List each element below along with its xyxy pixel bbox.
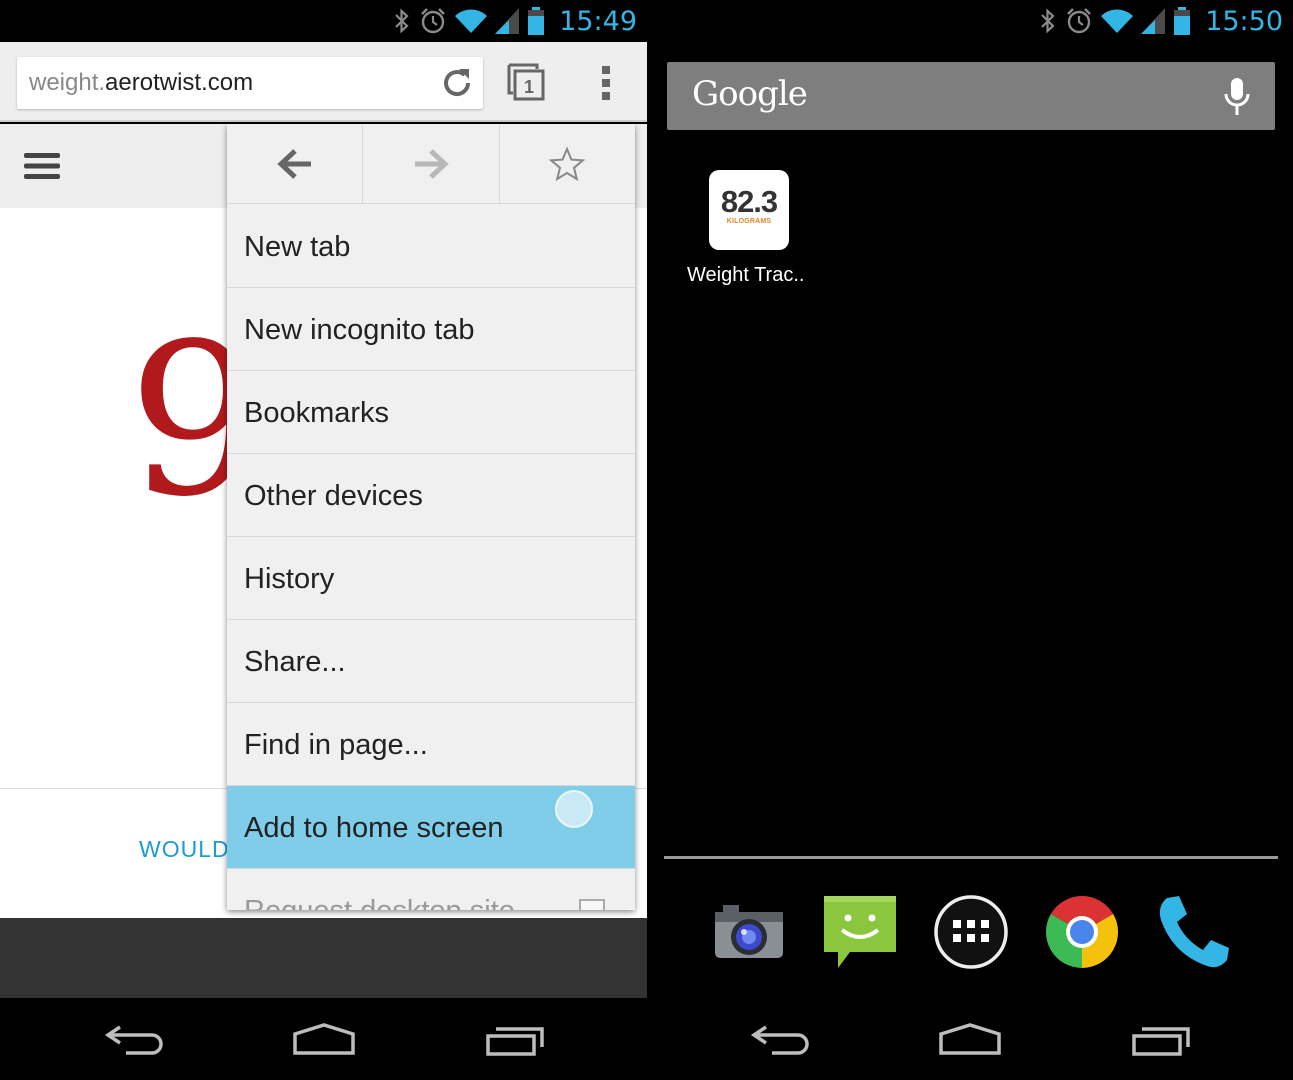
menu-item-label: Bookmarks [244, 397, 390, 429]
chrome-icon-graphic [1045, 896, 1119, 968]
camera-icon[interactable] [709, 892, 789, 972]
status-time: 15:50 [1205, 5, 1283, 37]
signal-icon [1141, 8, 1166, 34]
app-label: Weight Trac.. [687, 264, 805, 286]
menu-item-bookmarks[interactable]: Bookmarks [227, 371, 635, 454]
tab-count: 1 [524, 77, 534, 97]
omnibox[interactable]: weight.aerotwist.com [17, 57, 483, 109]
back-nav-icon [750, 1025, 809, 1055]
app-drawer-icon[interactable] [931, 892, 1011, 972]
recents-nav-button[interactable] [1126, 1020, 1196, 1060]
home-nav-icon [939, 1023, 1001, 1055]
tabs-icon: 1 [507, 63, 545, 101]
arrow-right-icon [414, 149, 449, 179]
status-time: 15:49 [559, 5, 637, 37]
bookmark-star-button[interactable] [500, 124, 635, 204]
url-text[interactable]: weight.aerotwist.com [29, 69, 253, 97]
browser-toolbar: weight.aerotwist.com 1 [0, 42, 647, 122]
back-nav-button[interactable] [100, 1020, 170, 1060]
back-nav-button[interactable] [746, 1020, 816, 1060]
url-domain: aerotwist.com [105, 69, 254, 96]
phone-icon[interactable] [1153, 892, 1233, 972]
forward-button[interactable] [363, 124, 500, 204]
recents-nav-icon [1132, 1027, 1190, 1056]
menu-item-label: Find in page... [244, 729, 428, 761]
touch-indicator [555, 790, 593, 828]
google-search-bar[interactable]: Google [667, 62, 1275, 130]
home-nav-button[interactable] [289, 1020, 359, 1060]
menu-item-label: Add to home screen [244, 812, 504, 844]
menu-item-find-in-page[interactable]: Find in page... [227, 703, 635, 786]
alarm-icon [1067, 8, 1092, 34]
arrow-left-icon [276, 149, 311, 179]
camera-icon-graphic [715, 905, 783, 958]
left-phone-screen: 15:49 weight.aerotwist.com 1 9 WOULD New… [0, 0, 647, 1080]
star-icon [549, 146, 586, 182]
menu-item-add-to-home-screen[interactable]: Add to home screen [227, 786, 635, 869]
chrome-icon[interactable] [1042, 892, 1122, 972]
back-button[interactable] [227, 124, 364, 204]
right-phone-screen: 15:50 Google 82.3 KILOGRAMS Weight Trac.… [647, 0, 1293, 1080]
menu-item-request-desktop-site[interactable]: Request desktop site [227, 869, 635, 910]
menu-item-label: History [244, 563, 335, 595]
app-icon-unit: KILOGRAMS [726, 218, 772, 225]
phone-icon-graphic [1159, 896, 1229, 968]
navigation-bar [647, 998, 1293, 1080]
battery-icon [1174, 7, 1191, 35]
menu-item-label: Request desktop site [244, 895, 515, 910]
dock-divider [664, 856, 1278, 859]
tab-switcher-button[interactable]: 1 [505, 61, 547, 103]
url-subdomain: weight. [29, 69, 106, 96]
teaser-text[interactable]: WOULD [139, 836, 230, 863]
menu-item-new-incognito-tab[interactable]: New incognito tab [227, 288, 635, 371]
overflow-menu-icon[interactable] [596, 64, 618, 102]
bluetooth-icon [1041, 8, 1055, 34]
microphone-icon[interactable] [1223, 76, 1251, 118]
bluetooth-icon [395, 8, 409, 34]
recents-nav-icon [486, 1027, 544, 1056]
battery-icon [528, 7, 545, 35]
home-nav-button[interactable] [935, 1020, 1005, 1060]
status-bar: 15:50 [647, 0, 1293, 42]
app-icon-value: 82.3 [720, 184, 778, 219]
weight-tracker-app-icon[interactable]: 82.3 KILOGRAMS [709, 170, 789, 250]
desktop-site-checkbox[interactable] [579, 899, 605, 910]
messaging-icon[interactable] [820, 892, 900, 972]
navigation-bar [0, 998, 647, 1080]
menu-item-label: New incognito tab [244, 314, 475, 346]
menu-item-share[interactable]: Share... [227, 620, 635, 703]
menu-nav-row [227, 124, 635, 204]
menu-item-label: Other devices [244, 480, 423, 512]
status-bar: 15:49 [0, 0, 647, 42]
alarm-icon [421, 8, 446, 34]
menu-item-other-devices[interactable]: Other devices [227, 454, 635, 537]
page-footer [0, 918, 647, 998]
recents-nav-button[interactable] [480, 1020, 550, 1060]
reload-icon[interactable] [439, 65, 475, 101]
menu-item-label: Share... [244, 646, 346, 678]
menu-item-new-tab[interactable]: New tab [227, 205, 635, 288]
signal-icon [495, 8, 520, 34]
google-logo: Google [692, 74, 808, 114]
app-drawer-icon-graphic [934, 895, 1008, 969]
menu-item-history[interactable]: History [227, 537, 635, 620]
wifi-icon [1101, 9, 1134, 33]
menu-item-label: New tab [244, 231, 351, 263]
overflow-menu: New tab New incognito tab Bookmarks Othe… [227, 124, 635, 910]
hamburger-menu-icon[interactable] [24, 152, 60, 180]
wifi-icon [455, 9, 488, 33]
messaging-icon-graphic [824, 896, 896, 968]
back-nav-icon [104, 1025, 163, 1055]
home-nav-icon [293, 1023, 355, 1055]
